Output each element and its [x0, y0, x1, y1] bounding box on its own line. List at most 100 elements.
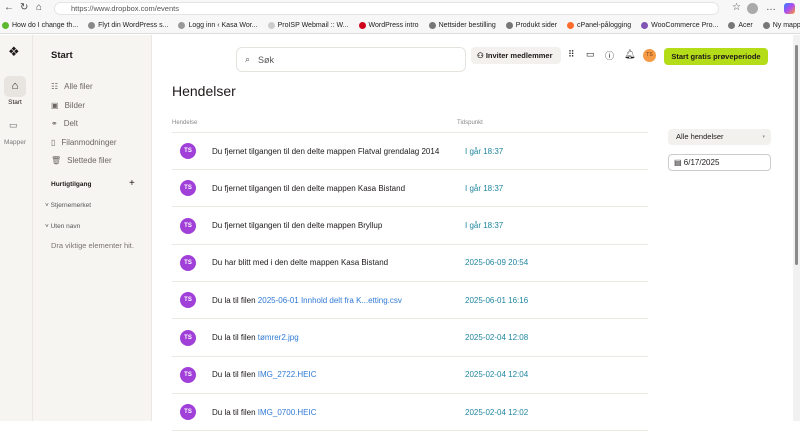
bookmark-icon — [88, 21, 96, 29]
help-icon[interactable]: ⓘ — [605, 49, 614, 62]
event-row: TS Du fjernet tilgangen til den delte map… — [172, 133, 648, 170]
event-time: I går 18:37 — [465, 183, 504, 193]
event-row: TS Du har blitt med i den delte mappen Ka… — [172, 245, 648, 282]
refresh-icon[interactable]: ↻ — [20, 2, 28, 13]
browser-toolbar: ← ↻ ⌂ https://www.dropbox.com/events ☆ … — [0, 0, 800, 17]
rail-folders-label[interactable]: Mapper — [0, 139, 30, 146]
bookmark-item[interactable]: WordPress intro — [358, 21, 419, 29]
avatar: TS — [180, 143, 196, 159]
bookmark-label: cPanel-pålogging — [577, 21, 632, 29]
chevron-down-icon: ▾ — [762, 134, 765, 140]
bookmark-item[interactable]: Logg inn ‹ Kasa Wor... — [178, 21, 258, 29]
avatar: TS — [180, 366, 196, 383]
bookmark-icon — [428, 21, 436, 29]
sidebar-item-label: Bilder — [64, 100, 86, 110]
avatar: TS — [180, 292, 196, 309]
event-time: 2025-02-04 12:08 — [465, 333, 529, 342]
bookmark-item[interactable]: ProISP Webmail :: W... — [267, 21, 349, 29]
user-avatar[interactable]: TS — [643, 49, 656, 62]
start-trial-button[interactable]: Start gratis prøveperiode — [664, 48, 768, 65]
scrollbar-thumb[interactable] — [795, 45, 798, 265]
screen-icon[interactable]: ▭ — [586, 49, 595, 60]
bookmark-item[interactable]: Produkt sider — [505, 21, 558, 29]
scrollbar[interactable] — [793, 35, 800, 421]
copilot-icon[interactable] — [784, 3, 795, 14]
event-time: I går 18:37 — [465, 221, 504, 231]
sidebar-item[interactable]: 🗑︎ Slettede filer — [51, 156, 112, 165]
filter-value: Alle hendelser — [676, 132, 724, 141]
bell-icon[interactable]: 🔔︎ — [624, 49, 635, 60]
add-user-icon: ⚇ — [477, 51, 484, 60]
bookmark-icon — [762, 21, 770, 29]
trash-icon: 🗑︎ — [51, 156, 62, 165]
sidebar-item[interactable]: ☷ Alle filer — [51, 82, 93, 91]
sidebar-item[interactable]: ▣ Bilder — [51, 101, 85, 110]
event-row: TS Du la til filen 2025-06-01 Innhold del… — [172, 282, 648, 320]
quick-access-heading: Hurtigtilgang — [51, 181, 92, 188]
files-icon: ☷ — [51, 82, 59, 91]
starred-section[interactable]: ˅ Stjernemerket — [45, 202, 91, 209]
col-header-event: Hendelse — [172, 120, 198, 126]
bookmark-item[interactable]: Ny mappe — [762, 21, 800, 29]
file-link[interactable]: 2025-06-01 Innhold delt fra K...etting.c… — [258, 296, 402, 305]
file-request-icon: ▯ — [51, 137, 56, 147]
folder-icon[interactable]: ▭ — [9, 120, 18, 131]
bookmark-item[interactable]: Acer — [728, 21, 753, 29]
event-text: Du fjernet tilgangen til den delte mappe… — [212, 146, 440, 156]
home-icon[interactable]: ⌂ — [4, 76, 26, 97]
file-link[interactable]: IMG_2722.HEIC — [258, 370, 317, 379]
sidebar-item[interactable]: ▯ Filanmodninger — [51, 138, 117, 147]
dropbox-logo-icon[interactable]: ❖ — [8, 44, 20, 60]
invite-members-button[interactable]: ⚇ Inviter medlemmer — [471, 47, 561, 64]
bookmark-item[interactable]: cPanel-pålogging — [567, 21, 632, 29]
rail-start-label[interactable]: Start — [0, 99, 30, 106]
event-text: Du la til filen — [212, 407, 258, 417]
bookmark-icon — [728, 21, 736, 29]
page-title: Hendelser — [172, 83, 236, 99]
sidebar-item[interactable]: ⚭ Delt — [51, 119, 78, 128]
bookmark-item[interactable]: WooCommerce Pro... — [641, 21, 718, 29]
avatar: TS — [180, 329, 196, 346]
photos-icon: ▣ — [51, 100, 59, 110]
sidebar-title: Start — [51, 50, 73, 61]
home-icon[interactable]: ⌂ — [36, 2, 42, 13]
event-row: TS Du la til filen IMG_0700.HEIC 2025-02-0… — [172, 394, 648, 431]
drag-hint: Dra viktige elementer hit. — [51, 241, 134, 250]
invite-label: Inviter medlemmer — [485, 51, 553, 60]
sidebar-item-label: Alle filer — [64, 82, 93, 91]
date-value: 6/17/2025 — [683, 158, 720, 167]
nav-rail: ❖ ⌂ Start ▭ Mapper — [0, 35, 33, 421]
add-icon[interactable]: + — [129, 178, 135, 189]
shared-icon: ⚭ — [51, 119, 58, 128]
bookmark-label: ProISP Webmail :: W... — [277, 21, 349, 29]
event-text: Du la til filen — [212, 333, 258, 342]
bookmark-item[interactable]: Flyt din WordPress s... — [88, 21, 168, 29]
event-text: Du fjernet tilgangen til den delte mappe… — [212, 221, 383, 231]
event-row: TS Du fjernet tilgangen til den delte map… — [172, 170, 648, 208]
unnamed-section[interactable]: ˅ Uten navn — [45, 223, 80, 230]
bookmark-label: Ny mappe — [772, 21, 800, 29]
apps-grid-icon[interactable]: ⠿ — [568, 49, 575, 60]
file-link[interactable]: tømrer2.jpg — [258, 333, 299, 342]
address-bar[interactable]: https://www.dropbox.com/events — [54, 2, 719, 15]
more-icon[interactable]: … — [766, 2, 776, 13]
event-text: Du la til filen — [212, 295, 258, 305]
file-link[interactable]: IMG_0700.HEIC — [258, 408, 317, 417]
sidebar-item-label: Delt — [63, 119, 78, 128]
event-time: I går 18:37 — [465, 146, 504, 156]
date-input[interactable]: ▤ 6/17/2025 — [668, 154, 771, 171]
favorites-icon[interactable]: ☆ — [732, 2, 741, 13]
avatar: TS — [180, 254, 196, 271]
bookmark-label: Nettsider bestilling — [438, 21, 496, 29]
back-icon[interactable]: ← — [4, 2, 14, 13]
event-time: 2025-06-09 20:54 — [465, 258, 529, 268]
bookmark-label: WordPress intro — [368, 21, 419, 29]
sidebar-item-label: Filanmodninger — [61, 137, 117, 147]
bookmark-label: Acer — [738, 21, 753, 29]
bookmark-label: Produkt sider — [515, 21, 558, 29]
search-input[interactable]: ⌕ Søk — [236, 47, 466, 72]
event-filter-select[interactable]: Alle hendelser ▾ — [668, 129, 771, 145]
bookmark-item[interactable]: How do I change th... — [2, 21, 78, 29]
profile-icon[interactable] — [747, 3, 758, 14]
bookmark-item[interactable]: Nettsider bestilling — [428, 21, 496, 29]
